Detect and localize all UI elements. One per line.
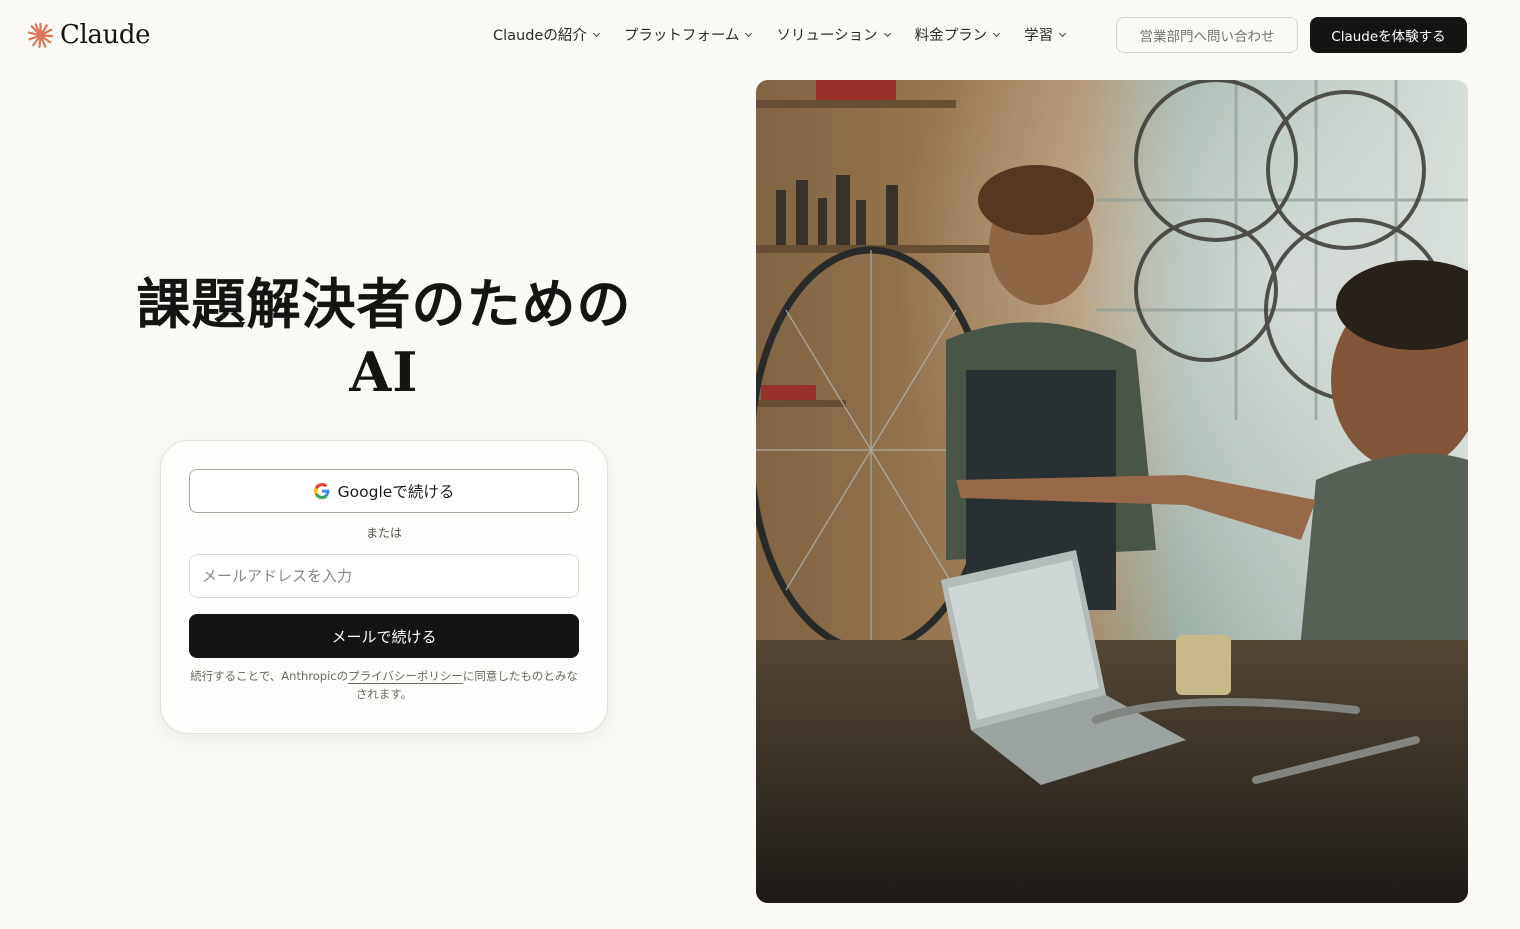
site-header: Claude Claudeの紹介 プラットフォーム ソリューション 料金プラン … [0,0,1520,70]
nav-item-label: ソリューション [776,27,878,44]
hero-headline: 課題解決者のための AI [80,270,688,406]
claude-starburst-icon [27,22,54,48]
headline-line-1: 課題解決者のための [136,272,632,336]
google-button-label: Googleで続ける [337,483,455,501]
google-g-icon [313,483,330,499]
legal-prefix: 続行することで、Anthropicの [190,669,349,683]
nav-item-label: 料金プラン [914,27,988,44]
headline-line-2: AI [349,340,419,404]
nav-item-about[interactable]: Claudeの紹介 [493,24,601,45]
nav-item-learn[interactable]: 学習 [1024,24,1067,45]
try-claude-button[interactable]: Claudeを体験する [1310,17,1467,53]
chevron-down-icon [592,32,600,37]
logo-wordmark: Claude [60,20,151,50]
google-continue-button[interactable]: Googleで続ける [189,469,579,513]
or-divider-text: または [365,526,402,540]
chevron-down-icon [1059,32,1067,37]
chevron-down-icon [883,32,891,37]
login-card: Googleで続ける または メールで続ける 続行することで、Anthropic… [160,440,608,734]
nav-item-solutions[interactable]: ソリューション [776,24,891,45]
email-input[interactable] [189,554,579,598]
claude-logo[interactable]: Claude [27,18,150,52]
chevron-down-icon [993,32,1001,37]
legal-notice: 続行することで、Anthropicのプライバシーポリシーに同意したものとみなされ… [185,667,583,703]
nav-item-pricing[interactable]: 料金プラン [915,24,1002,45]
nav-item-label: 学習 [1024,27,1054,44]
main-nav: Claudeの紹介 プラットフォーム ソリューション 料金プラン 学習 [493,22,1090,46]
nav-item-label: プラットフォーム [623,27,740,44]
nav-item-platform[interactable]: プラットフォーム [624,24,754,45]
contact-sales-button[interactable]: 営業部門へ問い合わせ [1116,17,1298,53]
privacy-policy-link[interactable]: プライバシーポリシー [348,669,463,683]
workshop-photo [756,80,1468,903]
nav-item-label: Claudeの紹介 [493,27,587,44]
hero-image [756,80,1468,903]
email-continue-button[interactable]: メールで続ける [189,614,579,658]
chevron-down-icon [745,32,753,37]
